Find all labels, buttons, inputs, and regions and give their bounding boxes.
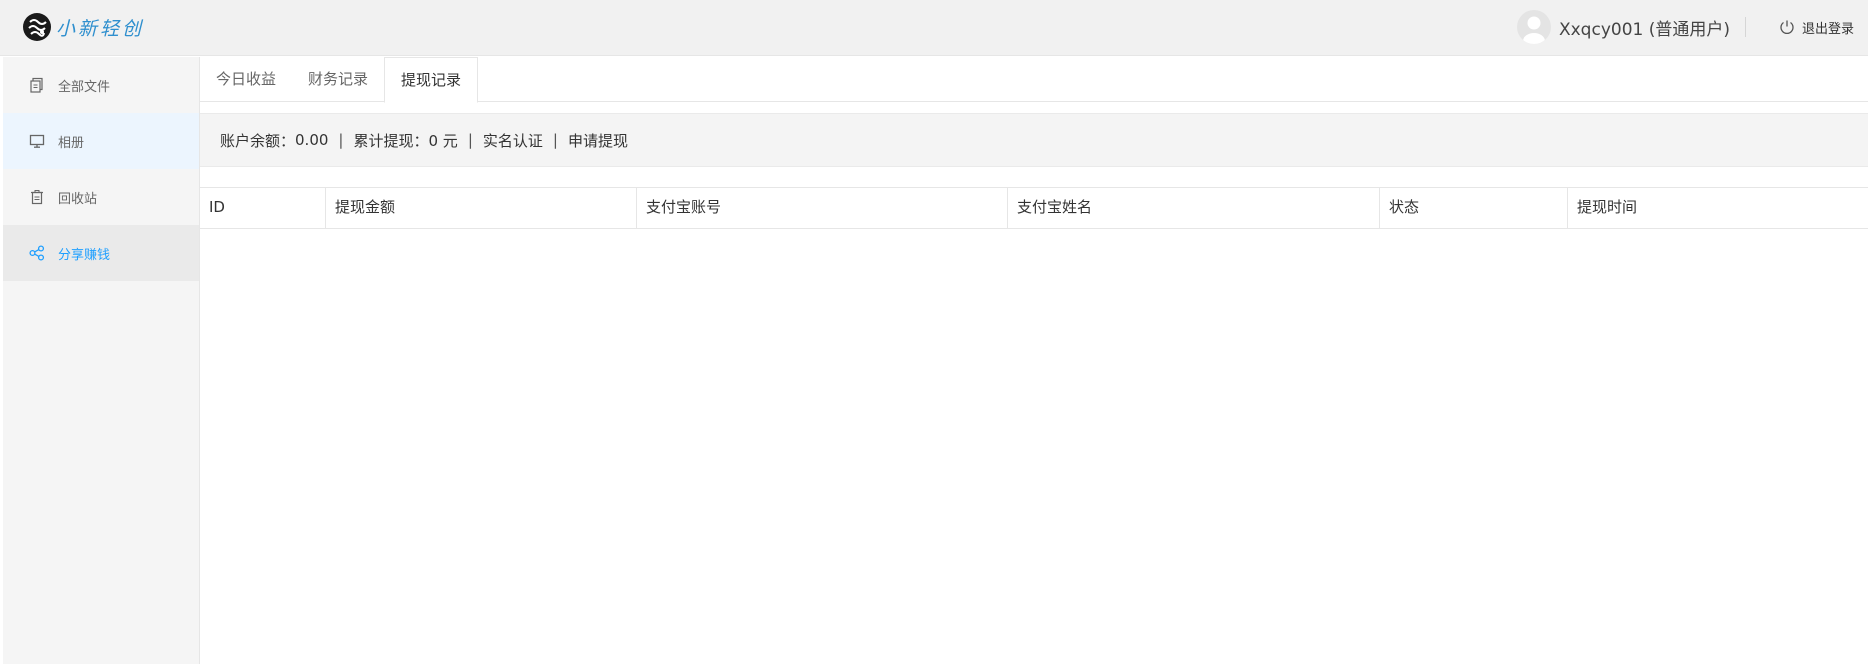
files-icon xyxy=(28,76,46,94)
sidebar-item-label: 全部文件 xyxy=(58,79,111,95)
username[interactable]: Xxqcy001 (普通用户) xyxy=(1559,15,1730,40)
column-header-alipay-account: 支付宝账号 xyxy=(637,188,1008,228)
logout-button[interactable]: 退出登录 xyxy=(1778,16,1854,38)
tab-today-earnings[interactable]: 今日收益 xyxy=(200,57,292,102)
column-header-amount: 提现金额 xyxy=(326,188,637,228)
sidebar-item-share-earn[interactable]: 分享赚钱 xyxy=(3,225,199,281)
share-icon xyxy=(28,244,46,262)
header-divider xyxy=(1745,17,1746,37)
sidebar: 全部文件 相册 回收站 分享赚钱 xyxy=(3,57,200,664)
sidebar-item-label: 相册 xyxy=(58,135,85,151)
default-avatar-icon[interactable] xyxy=(1516,10,1551,44)
main-content: 今日收益 财务记录 提现记录 账户余额： 0.00 | 累计提现： 0 元 | … xyxy=(200,57,1868,664)
balance-label: 账户余额： xyxy=(220,131,296,150)
separator: | xyxy=(552,131,558,149)
sidebar-item-label: 分享赚钱 xyxy=(58,247,111,263)
monitor-icon xyxy=(28,132,46,150)
column-header-withdrawal-time: 提现时间 xyxy=(1577,198,1638,216)
column-header-id: ID xyxy=(200,188,326,228)
logout-label: 退出登录 xyxy=(1801,21,1854,37)
table-header-row: ID 提现金额 支付宝账号 支付宝姓名 状态 提现时间 xyxy=(200,188,1868,228)
account-summary-bar: 账户余额： 0.00 | 累计提现： 0 元 | 实名认证 | 申请提现 xyxy=(200,113,1868,167)
sidebar-item-album[interactable]: 相册 xyxy=(3,113,199,169)
column-header-alipay-name: 支付宝姓名 xyxy=(1008,188,1380,228)
separator: | xyxy=(338,131,344,149)
sidebar-item-all-files[interactable]: 全部文件 xyxy=(3,57,199,113)
withdrawn-label: 累计提现： xyxy=(353,131,429,150)
tab-withdrawal-records[interactable]: 提现记录 xyxy=(384,57,479,103)
withdrawn-value: 0 元 xyxy=(428,131,458,150)
logo-mark-icon xyxy=(22,12,52,42)
top-header: 小新轻创 Xxqcy001 (普通用户) 退出登录 xyxy=(0,0,1868,56)
logo-text: 小新轻创 xyxy=(56,17,145,40)
verify-identity-link[interactable]: 实名认证 xyxy=(483,130,543,151)
tab-bar: 今日收益 财务记录 提现记录 xyxy=(200,57,1868,103)
power-icon xyxy=(1778,18,1796,36)
user-menu[interactable]: Xxqcy001 (普通用户) xyxy=(1516,10,1730,44)
apply-withdrawal-link[interactable]: 申请提现 xyxy=(568,130,628,151)
balance-value: 0.00 xyxy=(295,131,329,149)
sidebar-item-label: 回收站 xyxy=(58,191,98,207)
sidebar-item-recycle-bin[interactable]: 回收站 xyxy=(3,169,199,225)
tab-financial-records[interactable]: 财务记录 xyxy=(292,57,384,102)
logo[interactable]: 小新轻创 xyxy=(22,11,144,43)
separator: | xyxy=(467,131,473,149)
trash-icon xyxy=(28,188,46,206)
withdrawal-table: ID 提现金额 支付宝账号 支付宝姓名 状态 提现时间 xyxy=(200,187,1868,229)
column-header-status: 状态 xyxy=(1380,188,1568,228)
